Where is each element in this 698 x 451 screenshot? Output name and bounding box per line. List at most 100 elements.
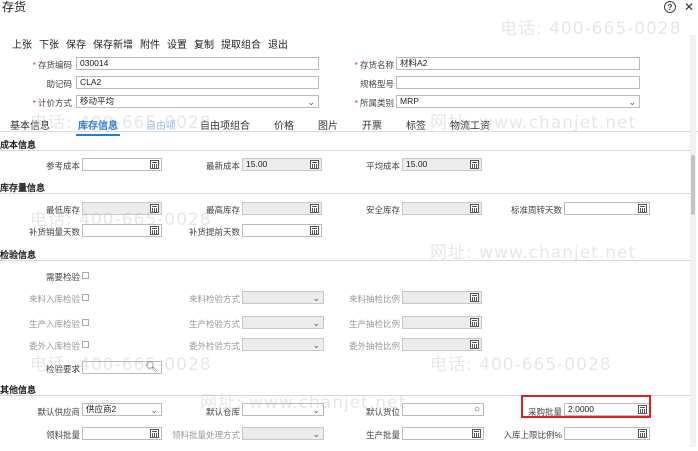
turnover-days-input[interactable] bbox=[564, 202, 650, 215]
calculator-icon bbox=[470, 293, 479, 302]
requirement-input[interactable]: 🔍︎ bbox=[82, 361, 162, 374]
attachment-button[interactable]: 附件 bbox=[140, 36, 160, 51]
chevron-down-icon: ⌄ bbox=[312, 405, 320, 415]
name-label: * 存货名称 bbox=[354, 60, 394, 70]
copy-button[interactable]: 复制 bbox=[194, 36, 214, 51]
search-icon[interactable]: 🔍︎ bbox=[145, 362, 158, 373]
tab-basic-info[interactable]: 基本信息 bbox=[10, 117, 50, 132]
section-divider bbox=[0, 260, 690, 261]
name-input[interactable]: 材料A2 bbox=[396, 57, 640, 70]
production-inspect-label: 生产入库检验 bbox=[28, 319, 80, 329]
tab-bar: 基本信息 库存信息 自由项 自由项组合 价格 图片 开票 标签 物流工资 bbox=[0, 116, 698, 136]
tab-logistics[interactable]: 物流工资 bbox=[450, 117, 490, 132]
scrollbar-thumb[interactable] bbox=[691, 155, 695, 215]
watermark-phone: 电话: 400-665-0028 bbox=[500, 19, 682, 39]
tab-price[interactable]: 价格 bbox=[274, 117, 294, 132]
category-select[interactable]: MRP ⌄ bbox=[396, 95, 640, 108]
spec-input[interactable] bbox=[396, 76, 640, 89]
safety-stock-input[interactable] bbox=[402, 202, 482, 215]
pricing-label: * 计价方式 bbox=[32, 98, 72, 108]
calculator-icon[interactable] bbox=[150, 160, 159, 169]
picking-batch-input[interactable] bbox=[82, 427, 162, 440]
pricing-select[interactable]: 移动平均 ⌄ bbox=[76, 95, 319, 108]
chevron-down-icon: ⌄ bbox=[150, 405, 158, 415]
latest-cost-input: 15.00 bbox=[242, 158, 322, 171]
tab-invoice[interactable]: 开票 bbox=[362, 117, 382, 132]
inbound-limit-input[interactable] bbox=[564, 427, 650, 440]
incoming-ratio-label: 来料抽检比例 bbox=[348, 294, 400, 304]
mnemonic-input[interactable]: CLA2 bbox=[76, 76, 319, 89]
default-supplier-select[interactable]: 供应商2 ⌄ bbox=[82, 403, 162, 416]
calculator-icon[interactable] bbox=[638, 204, 647, 213]
replenish-lead-input[interactable] bbox=[242, 224, 322, 237]
turnover-days-label: 标准周转天数 bbox=[510, 205, 562, 215]
section-divider bbox=[0, 193, 690, 194]
incoming-ratio-input[interactable] bbox=[402, 291, 482, 304]
calculator-icon[interactable] bbox=[638, 429, 647, 438]
picking-method-label: 领料批量处理方式 bbox=[171, 430, 240, 440]
incoming-method-select[interactable]: ⌄ bbox=[242, 291, 324, 304]
tab-free-item[interactable]: 自由项 bbox=[146, 117, 176, 132]
spec-label: 规格型号 bbox=[359, 79, 394, 89]
window-titlebar: 存货 ? ✕ bbox=[0, 0, 698, 15]
calculator-icon bbox=[310, 160, 319, 169]
calculator-icon bbox=[470, 160, 479, 169]
exit-button[interactable]: 退出 bbox=[268, 36, 288, 51]
close-icon[interactable]: ✕ bbox=[683, 0, 695, 14]
chevron-down-icon: ⌄ bbox=[312, 340, 320, 350]
save-button[interactable]: 保存 bbox=[66, 36, 86, 51]
outsource-inspect-checkbox[interactable] bbox=[82, 341, 89, 348]
save-new-button[interactable]: 保存新增 bbox=[93, 36, 133, 51]
default-location-label: 默认货位 bbox=[365, 407, 400, 417]
default-warehouse-select[interactable]: ⌄ bbox=[242, 403, 324, 416]
chevron-down-icon: ⌄ bbox=[312, 429, 320, 439]
chevron-down-icon: ⌄ bbox=[312, 318, 320, 328]
production-ratio-input[interactable] bbox=[402, 316, 482, 329]
min-stock-label: 最低库存 bbox=[45, 205, 80, 215]
calculator-icon bbox=[470, 204, 479, 213]
extract-combo-button[interactable]: 提取组合 bbox=[221, 36, 261, 51]
vertical-scrollbar[interactable] bbox=[690, 35, 696, 447]
outsource-method-select[interactable]: ⌄ bbox=[242, 338, 324, 351]
production-inspect-checkbox[interactable] bbox=[82, 319, 89, 326]
next-button[interactable]: 下张 bbox=[39, 36, 59, 51]
incoming-inspect-checkbox[interactable] bbox=[82, 294, 89, 301]
calculator-icon[interactable] bbox=[150, 226, 159, 235]
default-supplier-label: 默认供应商 bbox=[37, 407, 80, 417]
incoming-inspect-label: 来料入库检验 bbox=[28, 294, 80, 304]
production-method-select[interactable]: ⌄ bbox=[242, 316, 324, 329]
picking-batch-label: 领料批量 bbox=[45, 430, 80, 440]
replenish-lead-label: 补货提前天数 bbox=[188, 227, 240, 237]
calculator-icon bbox=[310, 204, 319, 213]
default-warehouse-label: 默认仓库 bbox=[205, 407, 240, 417]
outsource-ratio-label: 委外抽检比例 bbox=[348, 341, 400, 351]
calculator-icon[interactable] bbox=[150, 429, 159, 438]
production-batch-input[interactable] bbox=[402, 427, 484, 440]
prev-button[interactable]: 上张 bbox=[12, 36, 32, 51]
help-icon[interactable]: ? bbox=[664, 1, 676, 13]
default-supplier-value: 供应商2 bbox=[86, 404, 117, 414]
tab-stock-info[interactable]: 库存信息 bbox=[76, 117, 120, 136]
avg-cost-label: 平均成本 bbox=[365, 161, 400, 171]
calculator-icon bbox=[470, 340, 479, 349]
replenish-qty-input[interactable] bbox=[82, 224, 162, 237]
outsource-ratio-input[interactable] bbox=[402, 338, 482, 351]
need-inspect-checkbox[interactable] bbox=[82, 272, 89, 279]
ref-cost-input[interactable] bbox=[82, 158, 162, 171]
max-stock-input[interactable] bbox=[242, 202, 322, 215]
search-icon[interactable]: ○ bbox=[474, 404, 480, 415]
section-divider bbox=[0, 150, 690, 151]
pricing-value: 移动平均 bbox=[80, 96, 115, 106]
picking-method-select[interactable]: ⌄ bbox=[242, 427, 324, 440]
tab-image[interactable]: 图片 bbox=[318, 117, 338, 132]
calculator-icon[interactable] bbox=[310, 226, 319, 235]
tab-tag[interactable]: 标签 bbox=[406, 117, 426, 132]
default-location-input[interactable]: ○ bbox=[402, 403, 484, 416]
settings-button[interactable]: 设置 bbox=[167, 36, 187, 51]
replenish-qty-label: 补货销量天数 bbox=[28, 227, 80, 237]
tab-free-combo[interactable]: 自由项组合 bbox=[200, 117, 250, 132]
code-input[interactable]: 030014 bbox=[76, 57, 319, 70]
calculator-icon[interactable] bbox=[472, 429, 481, 438]
min-stock-input[interactable] bbox=[82, 202, 162, 215]
mnemonic-label: 助记码 bbox=[46, 79, 72, 89]
